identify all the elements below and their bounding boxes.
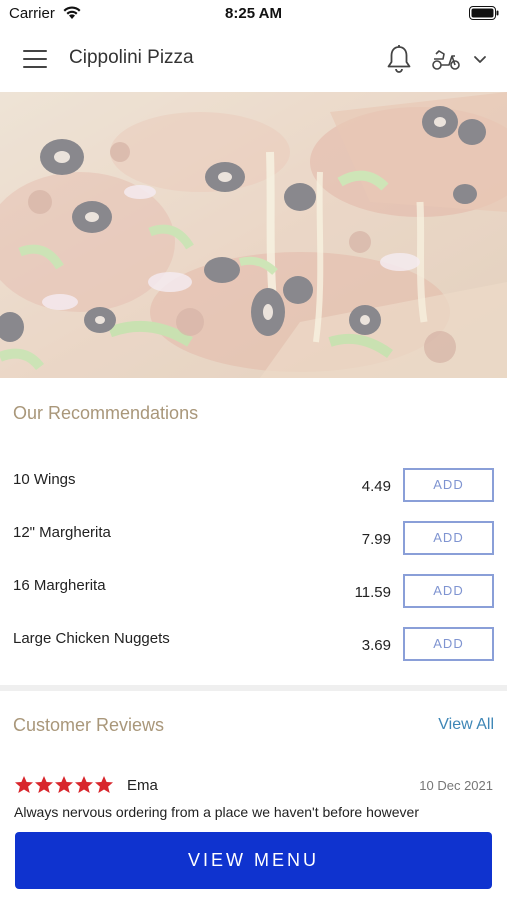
app-header: Cippolini Pizza (0, 26, 507, 92)
reviewer-name: Ema (127, 777, 158, 794)
star-icon (75, 776, 93, 793)
recommendations-title: Our Recommendations (13, 403, 199, 423)
item-name: 10 Wings (13, 471, 76, 488)
item-name: 16 Margherita (13, 577, 106, 594)
item-price: 4.49 (361, 478, 391, 495)
section-divider (0, 685, 507, 691)
view-menu-button[interactable]: VIEW MENU (15, 832, 492, 889)
chevron-down-icon[interactable] (473, 55, 487, 65)
add-button[interactable]: ADD (403, 574, 494, 608)
item-price: 11.59 (354, 584, 391, 601)
add-button[interactable]: ADD (403, 521, 494, 555)
view-all-reviews-link[interactable]: View All (438, 716, 494, 734)
add-button[interactable]: ADD (403, 468, 494, 502)
pizza-illustration (0, 92, 507, 378)
status-time: 8:25 AM (225, 5, 282, 22)
item-price: 3.69 (361, 637, 391, 654)
item-name: Large Chicken Nuggets (13, 630, 170, 647)
battery-icon (469, 6, 499, 20)
reviews-title: Customer Reviews (13, 715, 165, 735)
star-icon (95, 776, 113, 793)
menu-icon[interactable] (23, 50, 47, 68)
recommendation-item: 12" Margherita 7.99 ADD (0, 521, 507, 576)
item-name: 12" Margherita (13, 524, 111, 541)
bell-icon[interactable] (385, 44, 413, 74)
recommendation-item: Large Chicken Nuggets 3.69 ADD (0, 627, 507, 682)
star-icon (35, 776, 53, 793)
review-date: 10 Dec 2021 (419, 778, 493, 793)
restaurant-title: Cippolini Pizza (69, 47, 194, 68)
recommendation-item: 10 Wings 4.49 ADD (0, 468, 507, 523)
recommendation-item: 16 Margherita 11.59 ADD (0, 574, 507, 629)
bottom-cta-bar: VIEW MENU (0, 822, 507, 900)
scooter-icon[interactable] (430, 47, 462, 71)
add-button[interactable]: ADD (403, 627, 494, 661)
rating-stars (15, 776, 113, 793)
status-bar: Carrier 8:25 AM (0, 0, 507, 26)
star-icon (15, 776, 33, 793)
star-icon (55, 776, 73, 793)
item-price: 7.99 (361, 531, 391, 548)
hero-pizza-image (0, 92, 507, 378)
review-text: Always nervous ordering from a place we … (14, 804, 419, 820)
